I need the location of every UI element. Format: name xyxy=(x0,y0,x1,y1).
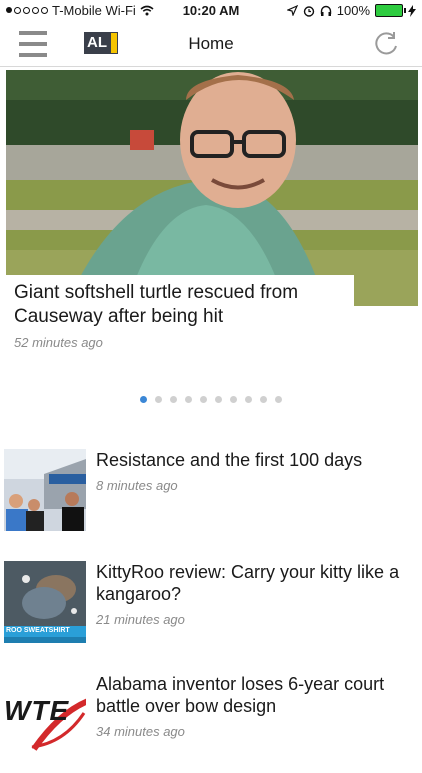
hero-caption[interactable]: Giant softshell turtle rescued from Caus… xyxy=(6,275,354,350)
battery-percent: 100% xyxy=(336,3,370,18)
status-bar: T-Mobile Wi-Fi 10:20 AM 100% xyxy=(0,0,422,22)
thumb-logo-text: WTE xyxy=(4,695,70,726)
pager-dot[interactable] xyxy=(230,396,237,403)
pager-dot[interactable] xyxy=(260,396,267,403)
list-item[interactable]: WTE Alabama inventor loses 6-year court … xyxy=(0,673,422,773)
navigation-bar: AL Home xyxy=(0,22,422,67)
hero-story-image[interactable] xyxy=(6,70,418,306)
pager-dot[interactable] xyxy=(170,396,177,403)
alarm-icon xyxy=(303,5,314,17)
hero-timestamp: 52 minutes ago xyxy=(14,335,103,350)
refresh-icon[interactable] xyxy=(372,30,400,58)
pager-dot[interactable] xyxy=(155,396,162,403)
pager-dot[interactable] xyxy=(140,396,147,403)
story-text[interactable]: KittyRoo review: Carry your kitty like a… xyxy=(96,561,408,627)
story-thumbnail[interactable]: WTE xyxy=(4,673,86,755)
pager-dot[interactable] xyxy=(200,396,207,403)
charging-bolt-icon xyxy=(408,4,416,17)
story-headline[interactable]: Resistance and the first 100 days xyxy=(96,449,408,471)
page-title: Home xyxy=(188,34,234,53)
protest-photo xyxy=(4,449,86,531)
list-item[interactable]: Resistance and the first 100 days 8 minu… xyxy=(0,449,422,549)
pager-dot[interactable] xyxy=(185,396,192,403)
headphones-icon xyxy=(320,5,331,16)
location-arrow-icon xyxy=(286,5,298,16)
pager-dot[interactable] xyxy=(245,396,252,403)
story-timestamp: 21 minutes ago xyxy=(96,612,185,627)
hero-photo xyxy=(6,70,418,306)
carousel-pager[interactable] xyxy=(0,396,422,403)
story-timestamp: 34 minutes ago xyxy=(96,724,185,739)
list-item[interactable]: ROO SWEATSHIRT KittyRoo review: Carry yo… xyxy=(0,561,422,661)
story-text[interactable]: Resistance and the first 100 days 8 minu… xyxy=(96,449,408,493)
story-text[interactable]: Alabama inventor loses 6-year court batt… xyxy=(96,673,408,739)
status-right: 100% xyxy=(286,3,416,18)
story-thumbnail[interactable]: ROO SWEATSHIRT xyxy=(4,561,86,643)
thumb-caption: ROO SWEATSHIRT xyxy=(6,627,70,634)
story-timestamp: 8 minutes ago xyxy=(96,478,178,493)
story-headline[interactable]: KittyRoo review: Carry your kitty like a… xyxy=(96,561,408,605)
battery-icon xyxy=(375,4,406,17)
story-thumbnail[interactable] xyxy=(4,449,86,531)
pager-dot[interactable] xyxy=(275,396,282,403)
hero-headline[interactable]: Giant softshell turtle rescued from Caus… xyxy=(14,281,354,329)
pager-dot[interactable] xyxy=(215,396,222,403)
story-headline[interactable]: Alabama inventor loses 6-year court batt… xyxy=(96,673,408,717)
